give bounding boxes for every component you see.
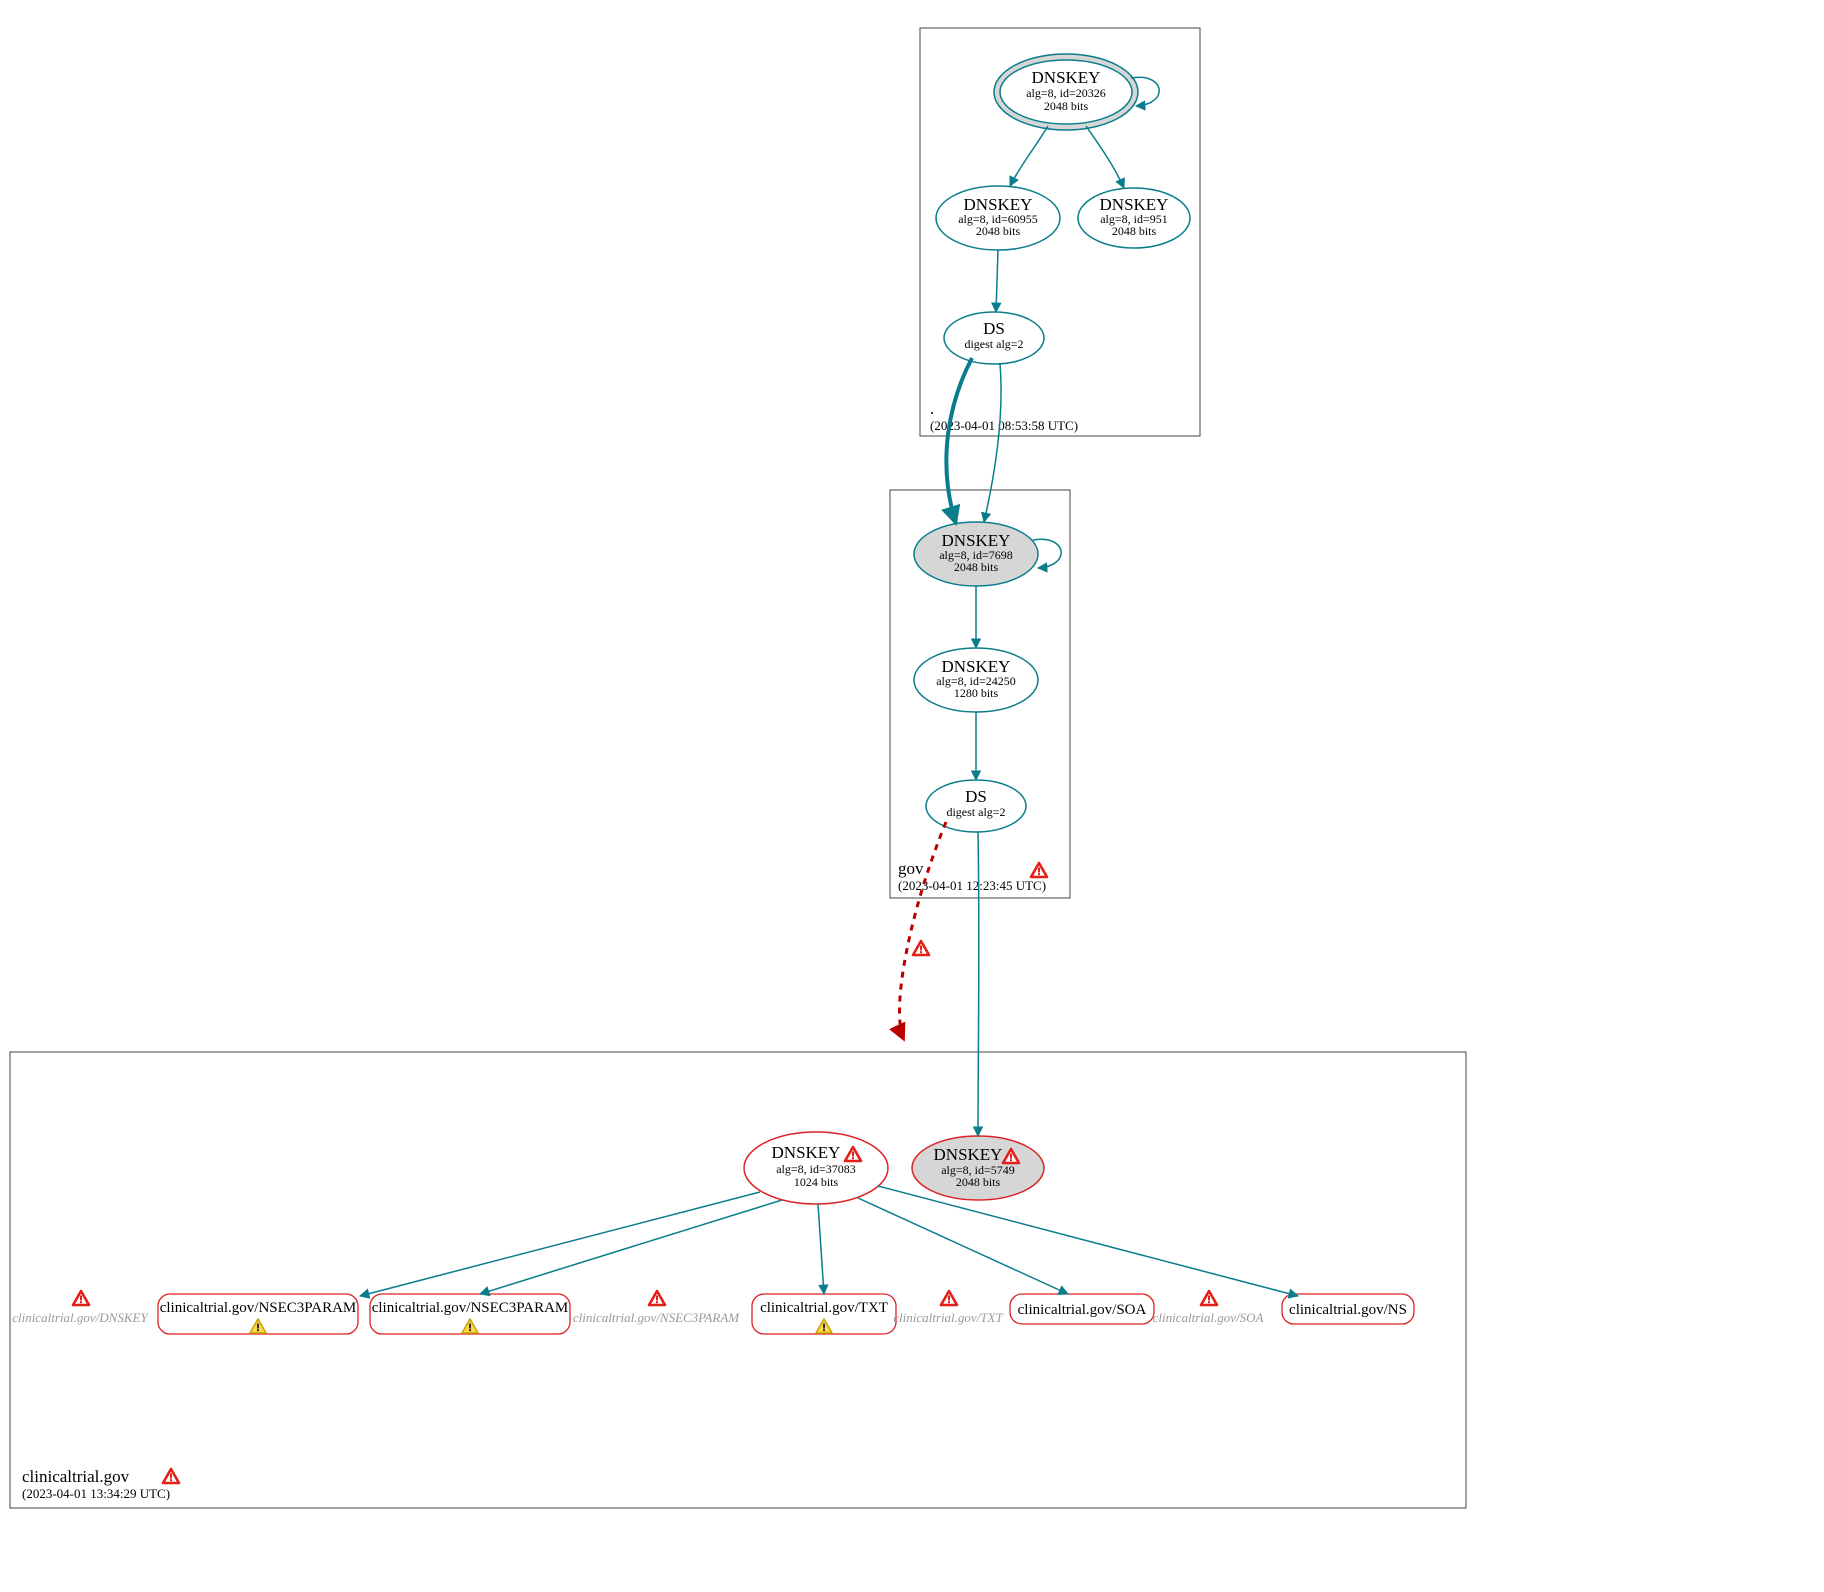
warn-icon [73,1291,89,1305]
edge-zsk-soa [858,1198,1068,1294]
node-leaf-ksk[interactable]: DNSKEY alg=8, id=5749 2048 bits [912,1136,1044,1200]
edge-gov-ds-leaf-zsk-dashed [900,822,946,1040]
leaf-ksk-title: DNSKEY [934,1145,1003,1164]
warn-icon [941,1291,957,1305]
warn-icon [1201,1291,1217,1305]
node-root-zsk2[interactable]: DNSKEY alg=8, id=951 2048 bits [1078,188,1190,248]
root-zsk1-line3: 2048 bits [976,224,1021,238]
node-root-zsk1[interactable]: DNSKEY alg=8, id=60955 2048 bits [936,186,1060,250]
leaf-ksk-line3: 2048 bits [956,1175,1001,1189]
rrset-txt[interactable]: clinicaltrial.gov/TXT [752,1294,896,1334]
txt-label: clinicaltrial.gov/TXT [760,1300,888,1316]
zone-leaf-name: clinicaltrial.gov [22,1467,130,1486]
root-ksk-line2: alg=8, id=20326 [1026,86,1106,100]
node-gov-ksk[interactable]: DNSKEY alg=8, id=7698 2048 bits [914,522,1038,586]
zone-gov: gov (2023-04-01 12:23:45 UTC) DNSKEY alg… [890,490,1070,898]
grey-txt: clinicaltrial.gov/TXT [893,1310,1003,1325]
zone-gov-name: gov [898,859,924,878]
ns-label: clinicaltrial.gov/NS [1289,1302,1407,1318]
gov-ds-title: DS [965,787,987,806]
edge-zsk-ns [878,1186,1298,1296]
leaf-zsk-line3: 1024 bits [794,1175,839,1189]
node-gov-ds[interactable]: DS digest alg=2 [926,780,1026,832]
leaf-zsk-title: DNSKEY [772,1143,841,1162]
edge-root-ds-gov-ksk-thick [946,358,972,524]
soa-label: clinicaltrial.gov/SOA [1018,1302,1147,1318]
nsec3p2-label: clinicaltrial.gov/NSEC3PARAM [372,1300,569,1316]
zone-leaf-ts: (2023-04-01 13:34:29 UTC) [22,1486,170,1501]
zone-root-name: . [930,399,934,418]
leaf-zsk-line2: alg=8, id=37083 [776,1162,856,1176]
edge-root-ds-gov-ksk [984,364,1001,522]
edge-gov-ds-leaf-ksk [978,832,979,1136]
rrset-ns[interactable]: clinicaltrial.gov/NS [1282,1294,1414,1324]
root-ds-title: DS [983,319,1005,338]
rrset-nsec3param-2[interactable]: clinicaltrial.gov/NSEC3PARAM [370,1294,570,1334]
root-ds-line2: digest alg=2 [964,337,1023,351]
root-zsk2-line3: 2048 bits [1112,224,1157,238]
node-gov-zsk[interactable]: DNSKEY alg=8, id=24250 1280 bits [914,648,1038,712]
gov-ksk-line3: 2048 bits [954,560,999,574]
rrset-nsec3param-1[interactable]: clinicaltrial.gov/NSEC3PARAM [158,1294,358,1334]
node-root-ksk[interactable]: DNSKEY alg=8, id=20326 2048 bits [994,54,1138,130]
grey-dnskey: clinicaltrial.gov/DNSKEY [12,1310,149,1325]
warn-icon [649,1291,665,1305]
edge-zsk-txt [818,1204,824,1294]
warn-icon [913,941,929,955]
edge-root-zsk1-ds [996,250,998,312]
edge-zsk-nsec3p1 [360,1192,760,1296]
edge-root-ksk-zsk1 [1010,126,1048,186]
gov-ds-line2: digest alg=2 [946,805,1005,819]
warn-icon [163,1469,179,1483]
zone-leaf: clinicaltrial.gov (2023-04-01 13:34:29 U… [10,1052,1466,1508]
rrset-soa[interactable]: clinicaltrial.gov/SOA [1010,1294,1154,1324]
root-ksk-title: DNSKEY [1032,68,1101,87]
node-leaf-zsk[interactable]: DNSKEY alg=8, id=37083 1024 bits [744,1132,888,1204]
gov-zsk-line3: 1280 bits [954,686,999,700]
edge-zsk-nsec3p2 [480,1200,782,1294]
grey-soa: clinicaltrial.gov/SOA [1153,1310,1264,1325]
edge-root-ksk-zsk2 [1086,126,1124,188]
grey-nsec3param: clinicaltrial.gov/NSEC3PARAM [573,1310,740,1325]
warn-icon [1031,863,1047,877]
root-ksk-line3: 2048 bits [1044,99,1089,113]
nsec3p1-label: clinicaltrial.gov/NSEC3PARAM [160,1300,357,1316]
node-root-ds[interactable]: DS digest alg=2 [944,312,1044,364]
